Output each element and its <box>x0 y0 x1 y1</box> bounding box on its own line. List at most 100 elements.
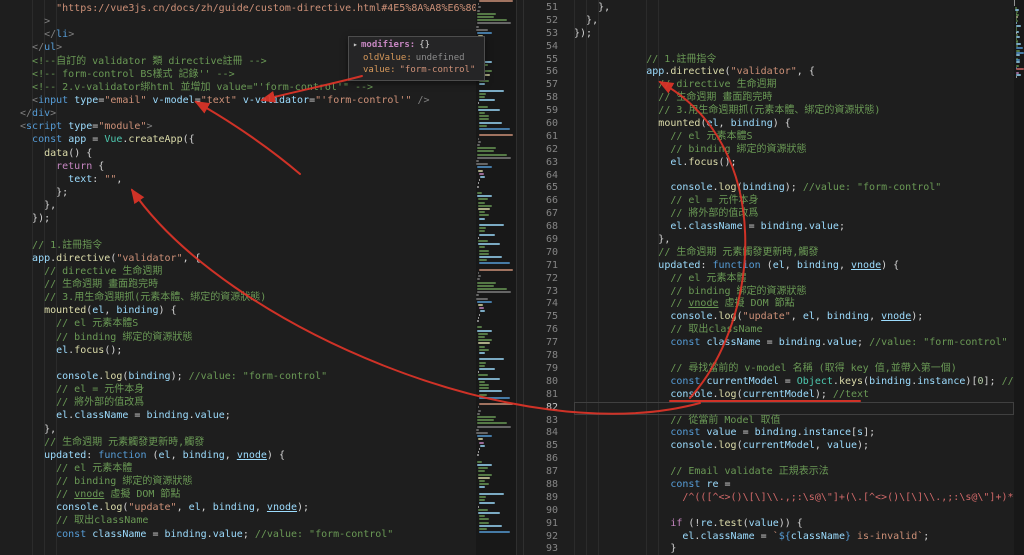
code-line[interactable]: // 取出className <box>20 514 476 527</box>
code-line[interactable]: // 將外部的值改爲 <box>20 396 476 409</box>
line-number[interactable]: 87 <box>522 466 558 479</box>
code-line[interactable]: updated: function (el, binding, vnode) { <box>20 449 476 462</box>
code-line[interactable] <box>574 453 1014 466</box>
code-line[interactable]: <script type="module"> <box>20 120 476 133</box>
line-number[interactable]: 58 <box>522 92 558 105</box>
line-number[interactable]: 78 <box>522 350 558 363</box>
code-line[interactable] <box>20 357 476 370</box>
code-line[interactable]: <input type="email" v-model="text" v-val… <box>20 94 476 107</box>
code-line[interactable]: "https://vue3js.cn/docs/zh/guide/custom-… <box>20 2 476 15</box>
code-line[interactable]: // binding 綁定的資源狀態 <box>574 286 1014 299</box>
line-number[interactable]: 72 <box>522 273 558 286</box>
code-line[interactable]: // binding 綁定的資源狀態 <box>20 475 476 488</box>
code-line[interactable]: console.log(currentModel, value); <box>574 440 1014 453</box>
code-line[interactable]: // el 元素本體 <box>20 462 476 475</box>
code-line[interactable]: // el 元素本體 <box>574 273 1014 286</box>
code-line[interactable]: > <box>20 15 476 28</box>
code-line[interactable]: }, <box>574 234 1014 247</box>
code-line[interactable]: el.className = binding.value; <box>574 221 1014 234</box>
code-line[interactable]: // 生命週期 畫面跑完時 <box>574 92 1014 105</box>
line-number[interactable]: 67 <box>522 208 558 221</box>
code-line[interactable]: // 生命週期 畫面跑完時 <box>20 278 476 291</box>
line-number[interactable]: 74 <box>522 298 558 311</box>
code-area-right[interactable]: }, },}); // 1.註冊指令 app.directive("valida… <box>568 0 1014 555</box>
code-line[interactable]: // directive 生命週期 <box>574 79 1014 92</box>
line-number[interactable]: 71 <box>522 260 558 273</box>
code-line[interactable]: // Email validate 正規表示法 <box>574 466 1014 479</box>
code-line[interactable] <box>574 170 1014 183</box>
minimap-right[interactable] <box>1014 0 1024 555</box>
code-line[interactable]: if (!re.test(value)) { <box>574 518 1014 531</box>
line-number[interactable]: 66 <box>522 195 558 208</box>
line-number[interactable]: 64 <box>522 170 558 183</box>
code-line[interactable]: // binding 綁定的資源狀態 <box>20 331 476 344</box>
code-line[interactable]: mounted(el, binding) { <box>574 118 1014 131</box>
code-line[interactable]: updated: function (el, binding, vnode) { <box>574 260 1014 273</box>
line-number[interactable]: 82 <box>522 402 558 415</box>
line-number[interactable]: 60 <box>522 118 558 131</box>
code-line[interactable]: const className = binding.value; //value… <box>20 528 476 541</box>
line-number[interactable]: 91 <box>522 518 558 531</box>
code-line[interactable]: // 從當前 Model 取值 <box>574 415 1014 428</box>
code-line[interactable]: el.focus(); <box>574 157 1014 170</box>
code-line[interactable] <box>574 402 1014 415</box>
line-number[interactable]: 53 <box>522 28 558 41</box>
code-line[interactable]: const currentModel = Object.keys(binding… <box>574 376 1014 389</box>
code-line[interactable]: }, <box>20 423 476 436</box>
code-line[interactable]: return { <box>20 160 476 173</box>
line-number[interactable]: 79 <box>522 363 558 376</box>
line-number[interactable]: 54 <box>522 41 558 54</box>
line-number[interactable]: 62 <box>522 144 558 157</box>
line-number[interactable]: 93 <box>522 543 558 555</box>
line-number[interactable]: 81 <box>522 389 558 402</box>
line-number[interactable]: 76 <box>522 324 558 337</box>
code-line[interactable]: console.log("update", el, binding, vnode… <box>574 311 1014 324</box>
line-number[interactable]: 65 <box>522 182 558 195</box>
line-number[interactable]: 77 <box>522 337 558 350</box>
code-line[interactable]: el.focus(); <box>20 344 476 357</box>
code-line[interactable]: }, <box>574 15 1014 28</box>
code-line[interactable]: // 生命週期 元素觸發更新時,觸發 <box>20 436 476 449</box>
code-line[interactable]: // 將外部的值改爲 <box>574 208 1014 221</box>
code-line[interactable]: const app = Vue.createApp({ <box>20 133 476 146</box>
code-line[interactable]: // vnode 虛擬 DOM 節點 <box>20 488 476 501</box>
code-line[interactable]: // 取出className <box>574 324 1014 337</box>
code-line[interactable]: <!-- 2.v-validator綁html 並增加 value="'form… <box>20 81 476 94</box>
code-line[interactable]: }, <box>20 199 476 212</box>
code-line[interactable]: // el = 元件本身 <box>574 195 1014 208</box>
line-number[interactable]: 69 <box>522 234 558 247</box>
code-line[interactable]: // binding 綁定的資源狀態 <box>574 144 1014 157</box>
code-line[interactable]: text: "", <box>20 173 476 186</box>
line-number[interactable]: 92 <box>522 531 558 544</box>
line-number[interactable]: 63 <box>522 157 558 170</box>
line-number[interactable]: 56 <box>522 66 558 79</box>
editor-pane-left[interactable]: "https://vue3js.cn/docs/zh/guide/custom-… <box>0 0 476 555</box>
code-line[interactable]: console.log(currentModel); //text <box>574 389 1014 402</box>
code-line[interactable]: const value = binding.instance[s]; <box>574 427 1014 440</box>
code-line[interactable]: const className = binding.value; //value… <box>574 337 1014 350</box>
line-number[interactable]: 83 <box>522 415 558 428</box>
line-number[interactable]: 85 <box>522 440 558 453</box>
code-line[interactable]: // 尋找當前的 v-model 名稱 (取得 key 值,並帶入第一個) <box>574 363 1014 376</box>
code-line[interactable]: }); <box>574 28 1014 41</box>
code-line[interactable]: console.log(binding); //value: "form-con… <box>574 182 1014 195</box>
code-line[interactable]: // el = 元件本身 <box>20 383 476 396</box>
line-number[interactable]: 90 <box>522 505 558 518</box>
line-number[interactable]: 89 <box>522 492 558 505</box>
code-line[interactable]: // el 元素本體S <box>574 131 1014 144</box>
line-number[interactable]: 68 <box>522 221 558 234</box>
line-number[interactable]: 51 <box>522 2 558 15</box>
code-line[interactable]: /^(([^<>()\[\]\\.,;:\s@\"]+(\.[^<>()\[\]… <box>574 492 1014 505</box>
code-line[interactable]: // 生命週期 元素觸發更新時,觸發 <box>574 247 1014 260</box>
code-line[interactable]: console.log(binding); //value: "form-con… <box>20 370 476 383</box>
code-area-left[interactable]: "https://vue3js.cn/docs/zh/guide/custom-… <box>20 2 476 554</box>
code-line[interactable]: // 3.用生命週期抓(元素本體、綁定的資源狀態) <box>574 105 1014 118</box>
code-line[interactable] <box>20 541 476 554</box>
code-line[interactable]: // vnode 虛擬 DOM 節點 <box>574 298 1014 311</box>
code-line[interactable] <box>20 225 476 238</box>
editor-pane-right[interactable]: 51 52 53 54 55 56 57 58 59 60 61 62 63 64 65 66 67 68 69 70… <box>522 0 1014 555</box>
code-line[interactable]: </div> <box>20 107 476 120</box>
code-line[interactable]: }; <box>20 186 476 199</box>
code-line[interactable]: }, <box>574 2 1014 15</box>
code-line[interactable] <box>574 505 1014 518</box>
